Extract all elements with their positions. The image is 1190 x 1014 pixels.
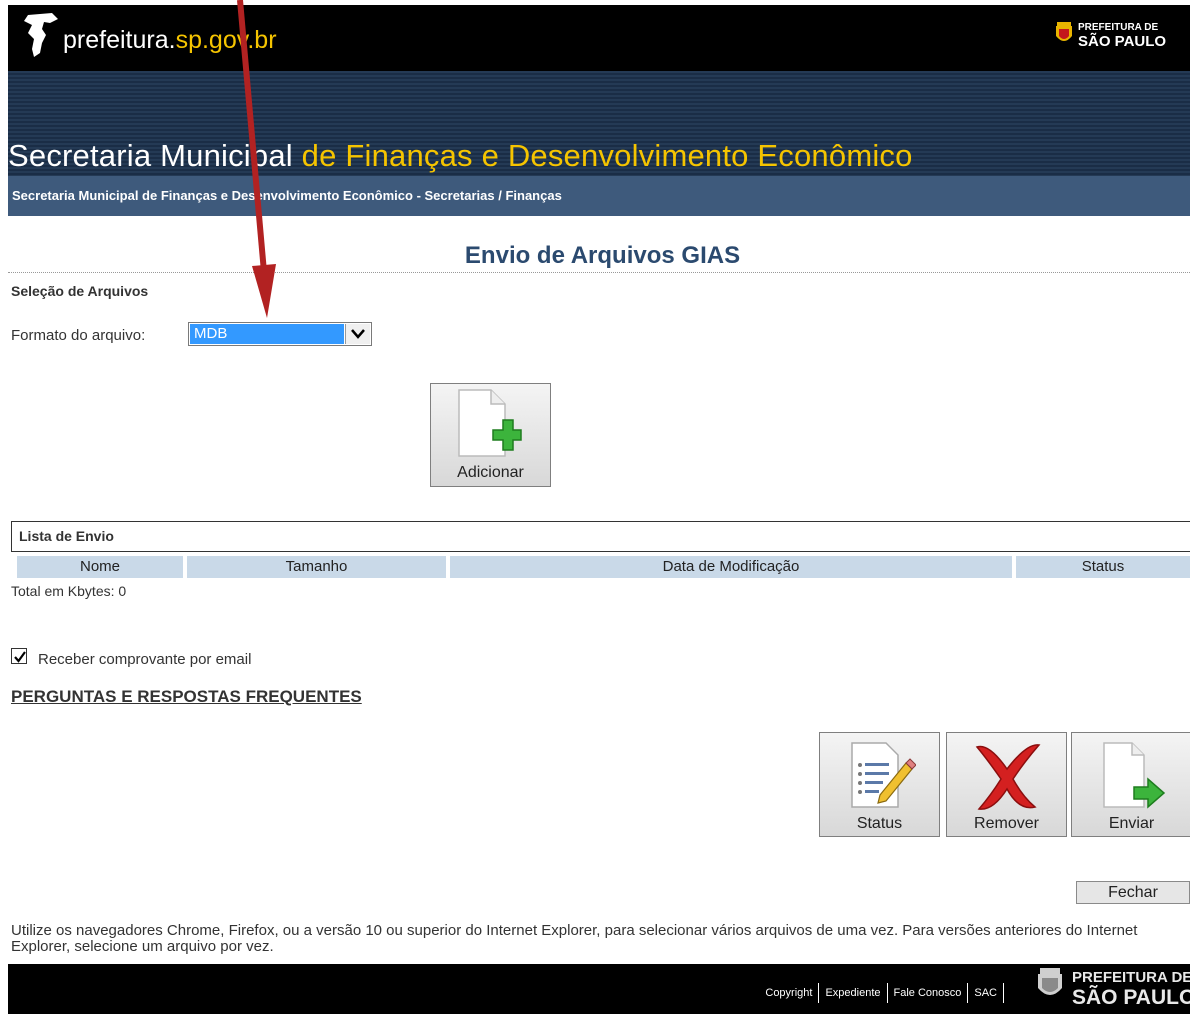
browser-note: Utilize os navegadores Chrome, Firefox, … <box>11 922 1138 955</box>
section-title: Seleção de Arquivos <box>11 283 149 299</box>
column-header-status[interactable]: Status <box>1016 556 1190 578</box>
footer-link-expediente[interactable]: Expediente <box>825 987 880 999</box>
footer-logo-line2: SÃO PAULO <box>1072 986 1190 1009</box>
logo-line2: SÃO PAULO <box>1078 33 1167 50</box>
city-crest-icon <box>1056 22 1072 41</box>
chevron-down-icon[interactable] <box>345 324 370 344</box>
send-list-title: Lista de Envio <box>19 528 114 544</box>
prefeitura-logo-top[interactable]: PREFEITURA DE SÃO PAULO <box>1054 20 1184 54</box>
status-button[interactable]: Status <box>819 732 940 837</box>
footer-separator <box>886 983 888 1003</box>
annotation-arrow-icon <box>237 0 276 318</box>
total-kbytes: Total em Kbytes: 0 <box>11 583 127 599</box>
remove-x-icon <box>975 744 1041 810</box>
site-footer <box>8 964 1190 1014</box>
add-file-button[interactable]: Adicionar <box>430 383 551 487</box>
email-receipt-checkbox[interactable] <box>11 648 27 664</box>
breadcrumb[interactable]: Secretaria Municipal de Finanças e Desen… <box>12 188 562 203</box>
close-button[interactable]: Fechar <box>1076 881 1190 904</box>
prefeitura-logo-bottom[interactable]: PREFEITURA DE SÃO PAULO <box>1036 968 1190 1012</box>
divider <box>8 272 1190 273</box>
footer-link-copyright[interactable]: Copyright <box>765 987 812 999</box>
send-list-panel <box>11 521 1190 552</box>
footer-link-sac[interactable]: SAC <box>974 987 997 999</box>
logo-line1: PREFEITURA DE <box>1078 22 1159 33</box>
email-receipt-label[interactable]: Receber comprovante por email <box>38 651 251 668</box>
column-header-size[interactable]: Tamanho <box>187 556 446 578</box>
footer-separator <box>818 983 820 1003</box>
footer-link-fale-conosco[interactable]: Fale Conosco <box>894 987 962 999</box>
faq-link[interactable]: PERGUNTAS E RESPOSTAS FREQUENTES <box>11 687 362 707</box>
table-header: Nome Tamanho Data de Modificação Status <box>11 556 1190 578</box>
format-label: Formato do arquivo: <box>11 327 146 344</box>
footer-separator <box>967 983 969 1003</box>
format-select[interactable]: MDB <box>188 322 372 346</box>
send-file-icon <box>1103 742 1166 809</box>
footer-logo-line1: PREFEITURA DE <box>1072 969 1190 986</box>
add-button-label: Adicionar <box>457 464 524 481</box>
status-button-label: Status <box>856 815 903 832</box>
remove-button[interactable]: Remover <box>946 732 1067 837</box>
column-header-name[interactable]: Nome <box>17 556 183 578</box>
checkmark-icon <box>14 651 26 663</box>
status-document-icon <box>851 742 916 808</box>
send-button[interactable]: Enviar <box>1071 732 1190 837</box>
remove-button-label: Remover <box>974 815 1039 832</box>
banner-title-yellow: de Finanças e Desenvolvimento Econômico <box>301 138 913 173</box>
banner-title: Secretaria Municipal de Finanças e Desen… <box>8 138 913 174</box>
page-title: Envio de Arquivos GIAS <box>464 242 741 269</box>
add-file-icon <box>458 389 522 457</box>
sao-paulo-map-logo-icon <box>24 13 58 57</box>
footer-separator <box>1003 983 1004 1003</box>
column-header-modified-date[interactable]: Data de Modificação <box>450 556 1012 578</box>
send-button-label: Enviar <box>1108 815 1155 832</box>
url-prefix: prefeitura. <box>63 26 176 54</box>
city-crest-icon <box>1038 968 1062 995</box>
footer-links: Copyright Expediente Fale Conosco SAC <box>765 983 1010 1003</box>
